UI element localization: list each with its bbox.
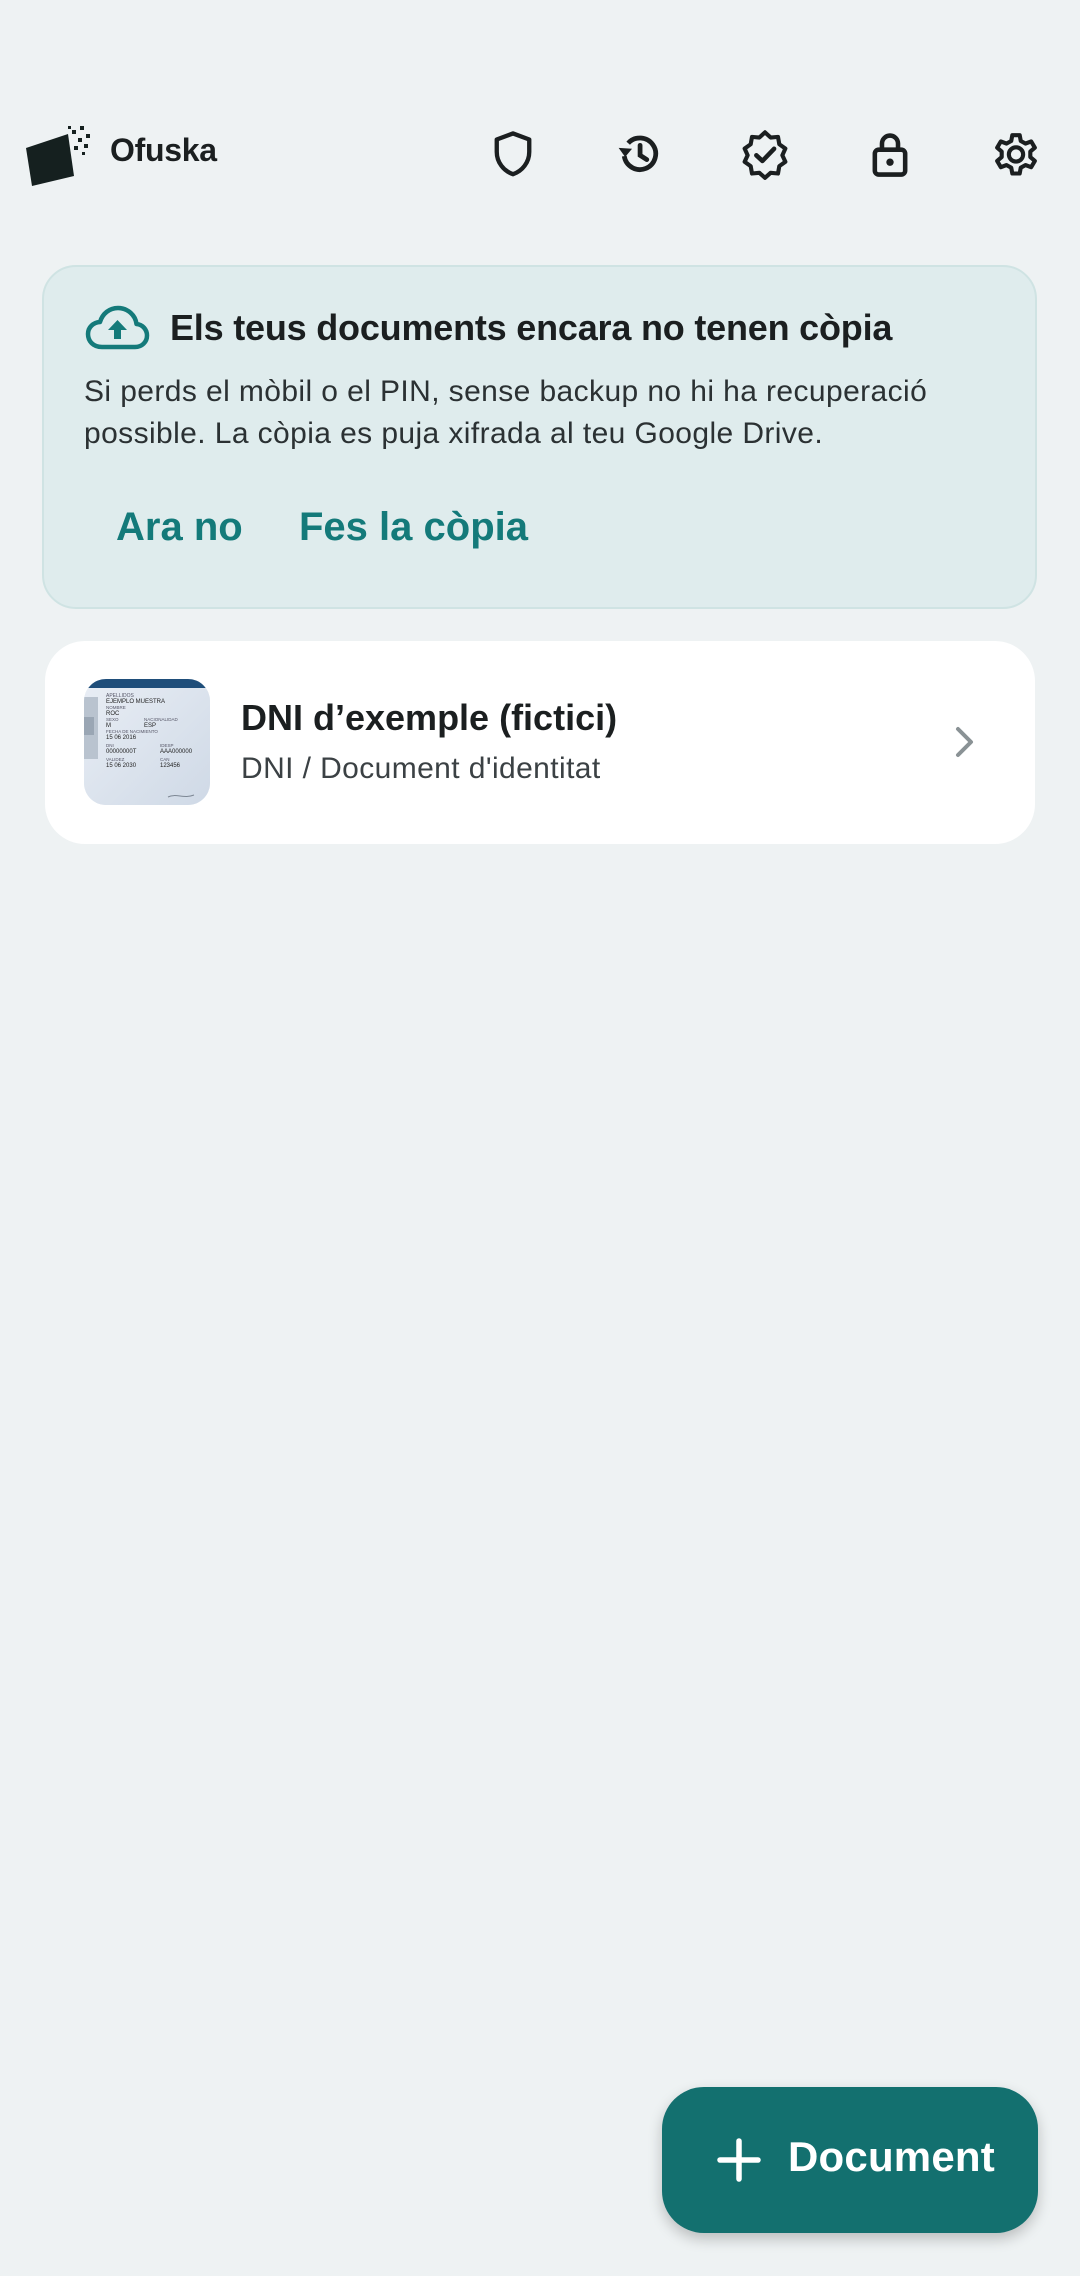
add-document-button[interactable]: Document [662,2087,1038,2233]
svg-text:SEXO: SEXO [106,717,119,722]
thumb-expiry: 15 06 2030 [106,763,137,769]
history-button[interactable] [607,122,671,186]
thumb-doc-number: 00000000T [106,749,137,755]
svg-text:NOMBRE: NOMBRE [106,705,126,710]
app-logo-icon [26,126,90,186]
banner-title: Els teus documents encara no tenen còpia [170,307,893,348]
settings-button[interactable] [984,122,1048,186]
chevron-right-icon [956,727,973,757]
thumb-birth-date: 15 06 2016 [106,735,137,741]
add-document-label: Document [788,2133,995,2180]
document-list-item[interactable]: APELLIDOS EJEMPLO MUESTRA NOMBRE ROC SEX… [45,641,1035,844]
thumb-support-number: AAA000000 [160,749,193,755]
plus-icon [717,2138,761,2182]
verified-button[interactable] [733,122,797,186]
svg-text:NACIONALIDAD: NACIONALIDAD [144,717,179,722]
svg-text:IDESP: IDESP [160,743,174,748]
id-card-thumbnail: APELLIDOS EJEMPLO MUESTRA NOMBRE ROC SEX… [84,679,210,805]
cloud-upload-icon [85,305,150,350]
privacy-shield-button[interactable] [481,122,545,186]
svg-text:DNI: DNI [106,743,114,748]
backup-warning-banner: Els teus documents encara no tenen còpia… [42,265,1037,609]
document-type: DNI / Document d'identitat [241,752,601,785]
gear-icon [995,133,1037,176]
lock-icon [872,133,908,177]
make-backup-button[interactable]: Fes la còpia [299,487,528,567]
svg-text:CAN: CAN [160,757,170,762]
app-title: Ofuska [110,132,217,168]
app-bar: Ofuska [0,112,1080,196]
svg-text:VALIDEZ: VALIDEZ [106,757,125,762]
lock-button[interactable] [858,122,922,186]
banner-message: Si perds el mòbil o el PIN, sense backup… [84,375,928,450]
history-icon [618,135,659,172]
document-thumbnail: APELLIDOS EJEMPLO MUESTRA NOMBRE ROC SEX… [84,679,210,805]
verified-badge-icon [742,130,788,180]
document-title: DNI d’exemple (fictici) [241,697,618,738]
thumb-can: 123456 [160,763,181,769]
svg-text:FECHA DE NACIMIENTO: FECHA DE NACIMIENTO [106,729,158,734]
not-now-button[interactable]: Ara no [116,487,243,567]
shield-icon [494,131,532,177]
